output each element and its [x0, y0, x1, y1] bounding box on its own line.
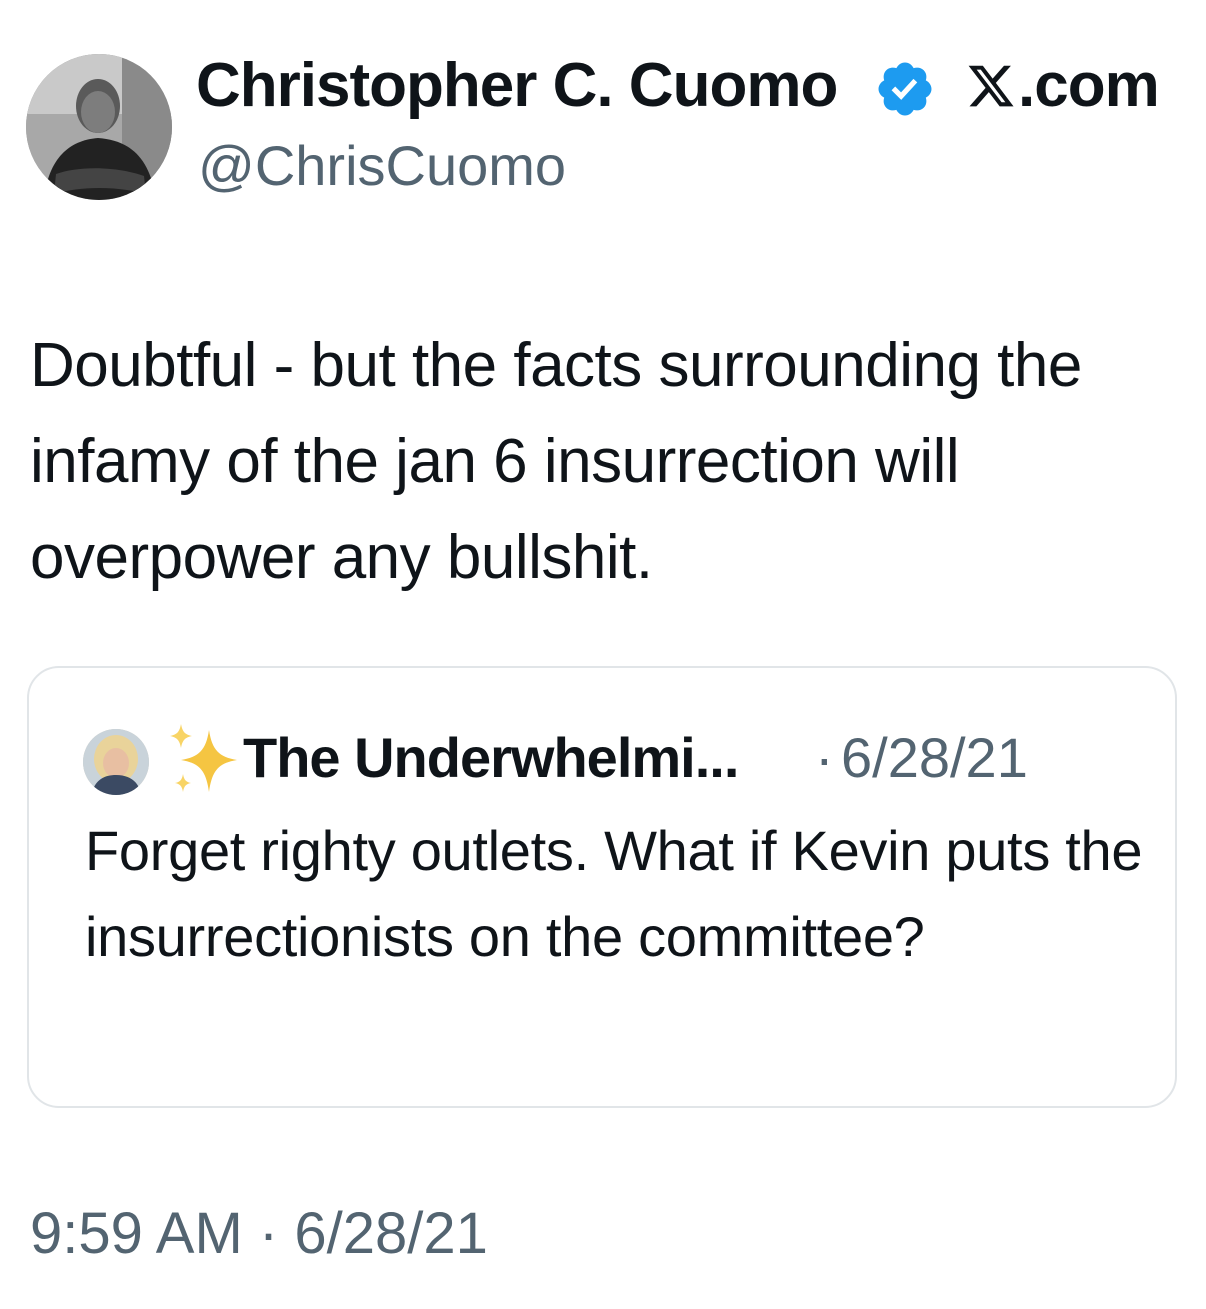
quoted-tweet-text: Forget righty outlets. What if Kevin put… [85, 819, 1143, 968]
quoted-author-avatar-photo [83, 729, 149, 795]
tweet-timestamp[interactable]: 9:59 AM · 6/28/21 [30, 1194, 488, 1274]
quoted-separator: · [815, 726, 834, 789]
author-display-name[interactable]: Christopher C. Cuomo [196, 50, 838, 122]
tweet-text: Doubtful - but the facts surrounding the… [30, 331, 1082, 592]
quoted-author-display-name[interactable]: The Underwhelmi... [243, 718, 739, 798]
site-label: .com [1018, 51, 1160, 120]
verified-badge-icon [878, 62, 932, 116]
quoted-date[interactable]: 6/28/21 [841, 718, 1028, 798]
author-handle[interactable]: @ChrisCuomo [198, 130, 566, 202]
x-logo-icon [968, 65, 1014, 107]
quoted-author-avatar[interactable] [83, 729, 149, 795]
author-avatar[interactable] [26, 54, 172, 200]
site-logo[interactable]: .com [966, 50, 1160, 122]
sparkles-icon [170, 724, 237, 792]
quoted-tweet[interactable]: The Underwhelmi... · 6/28/21 Forget righ… [27, 666, 1177, 1108]
author-avatar-photo [26, 54, 172, 200]
tweet-card: Christopher C. Cuomo .com @ChrisCuomo Do… [0, 0, 1206, 1309]
